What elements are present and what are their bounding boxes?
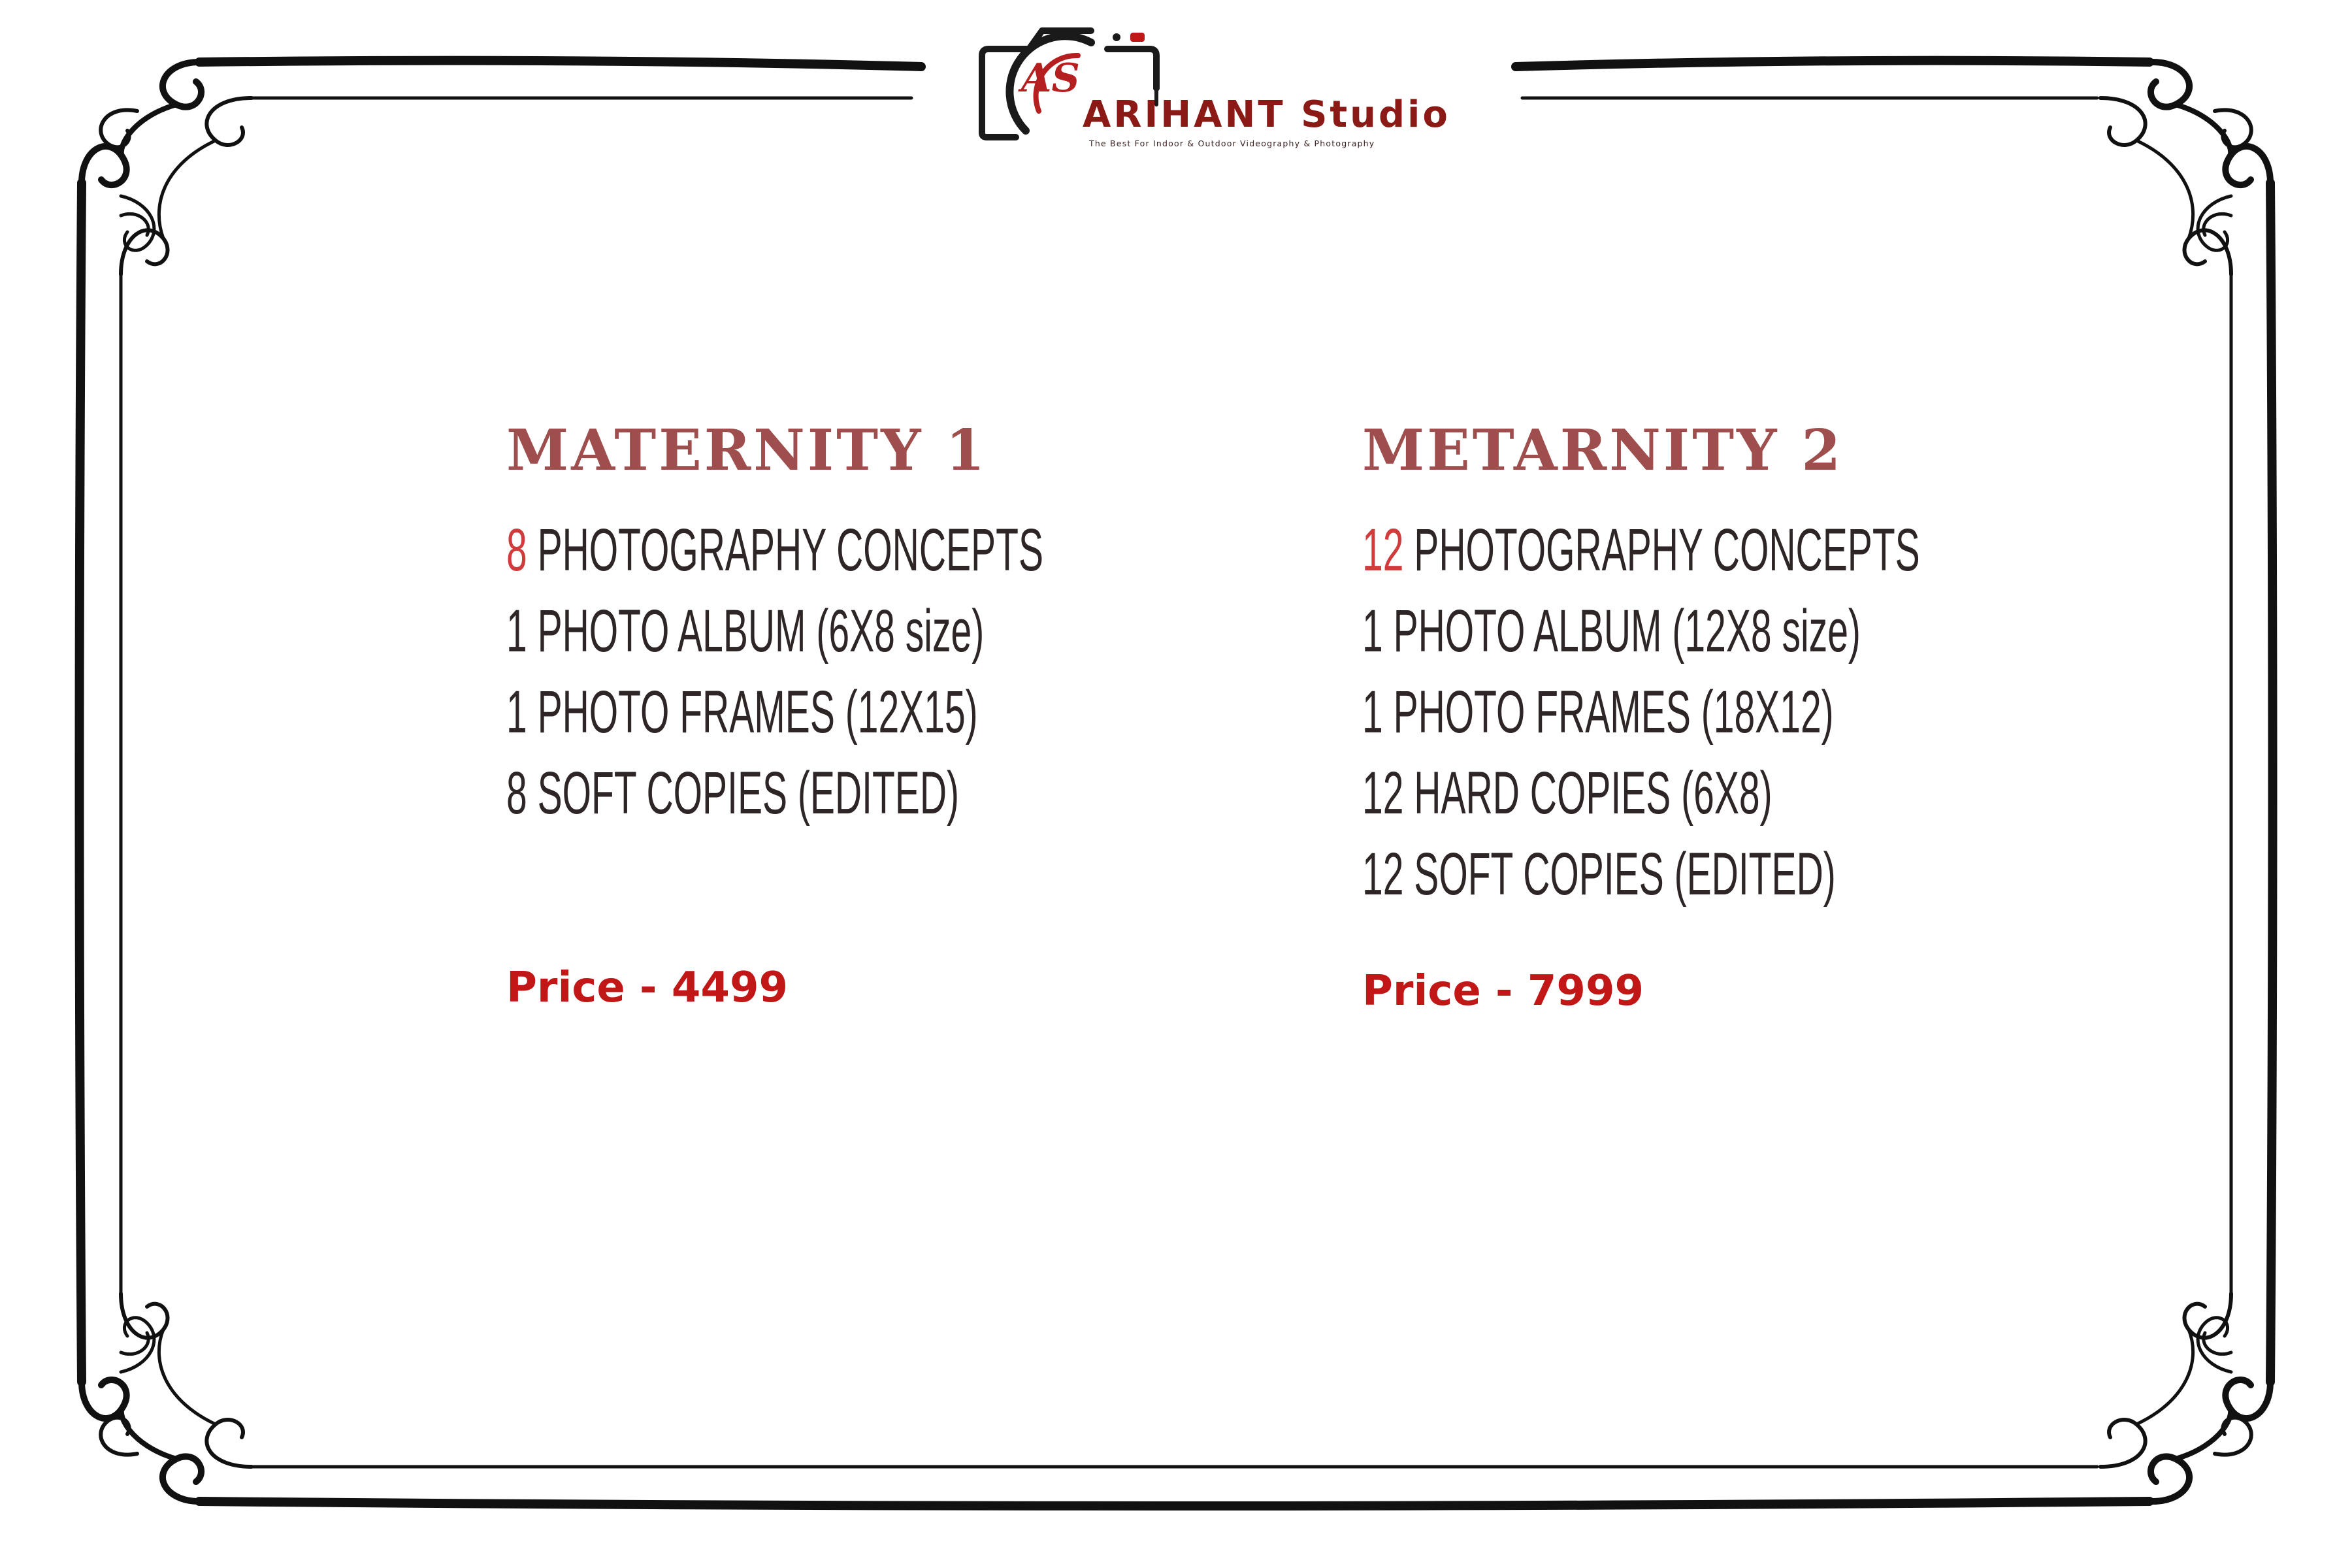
package-price: Price - 4499 bbox=[506, 964, 788, 1012]
feature-accent-number: 8 bbox=[506, 517, 527, 583]
package-price: Price - 7999 bbox=[1362, 967, 1644, 1015]
brand-name: ARIHANT Studio bbox=[1083, 93, 1450, 136]
side-ornament-right-bottom bbox=[2196, 1316, 2233, 1374]
feature-item: 1 PHOTO FRAMES (12X15) bbox=[506, 672, 992, 753]
feature-item: 12 HARD COPIES (6X8) bbox=[1362, 753, 1848, 834]
logo-initials: AS bbox=[1021, 56, 1080, 101]
feature-text: 1 PHOTO ALBUM (12X8 size) bbox=[1362, 598, 1861, 664]
feature-text: PHOTOGRAPHY CONCEPTS bbox=[527, 517, 1043, 583]
feature-item: 8 SOFT COPIES (EDITED) bbox=[506, 753, 992, 834]
feature-item: 1 PHOTO FRAMES (18X12) bbox=[1362, 672, 1848, 753]
feature-item: 12 PHOTOGRAPHY CONCEPTS bbox=[1362, 510, 1920, 591]
feature-text: PHOTOGRAPHY CONCEPTS bbox=[1403, 517, 1920, 583]
studio-logo: AS ARIHANT Studio The Best For Indoor & … bbox=[977, 16, 1473, 167]
corner-ornament-bottom-right bbox=[2099, 1292, 2274, 1505]
feature-list: 12 PHOTOGRAPHY CONCEPTS 1 PHOTO ALBUM (1… bbox=[1362, 510, 2146, 915]
feature-item: 1 PHOTO ALBUM (12X8 size) bbox=[1362, 591, 1861, 672]
package-title: METARNITY 2 bbox=[1362, 417, 1844, 483]
side-ornament-left-bottom bbox=[119, 1316, 156, 1374]
feature-text: 1 PHOTO FRAMES (12X15) bbox=[506, 679, 978, 745]
feature-item: 1 PHOTO ALBUM (6X8 size) bbox=[506, 591, 992, 672]
package-card-metarnity-2: METARNITY 2 12 PHOTOGRAPHY CONCEPTS 1 PH… bbox=[1362, 417, 2146, 1016]
feature-text: 1 PHOTO FRAMES (18X12) bbox=[1362, 679, 1834, 745]
feature-text: 12 SOFT COPIES (EDITED) bbox=[1362, 841, 1836, 907]
corner-ornament-top-left bbox=[78, 59, 253, 276]
corner-ornament-top-right bbox=[2099, 59, 2274, 276]
corner-ornament-bottom-left bbox=[78, 1292, 253, 1505]
feature-text: 8 SOFT COPIES (EDITED) bbox=[506, 760, 960, 826]
package-card-maternity-1: MATERNITY 1 8 PHOTOGRAPHY CONCEPTS 1 PHO… bbox=[506, 417, 1290, 1013]
feature-item: 12 SOFT COPIES (EDITED) bbox=[1362, 834, 1848, 915]
feature-list: 8 PHOTOGRAPHY CONCEPTS 1 PHOTO ALBUM (6X… bbox=[506, 510, 1290, 834]
side-ornament-left-top bbox=[119, 194, 156, 252]
feature-item: 8 PHOTOGRAPHY CONCEPTS bbox=[506, 510, 1043, 591]
brand-tagline: The Best For Indoor & Outdoor Videograph… bbox=[1089, 139, 1375, 148]
package-title: MATERNITY 1 bbox=[506, 417, 988, 483]
feature-accent-number: 12 bbox=[1362, 517, 1404, 583]
side-ornament-right-top bbox=[2196, 194, 2233, 252]
feature-text: 1 PHOTO ALBUM (6X8 size) bbox=[506, 598, 985, 664]
feature-text: 12 HARD COPIES (6X8) bbox=[1362, 760, 1772, 826]
